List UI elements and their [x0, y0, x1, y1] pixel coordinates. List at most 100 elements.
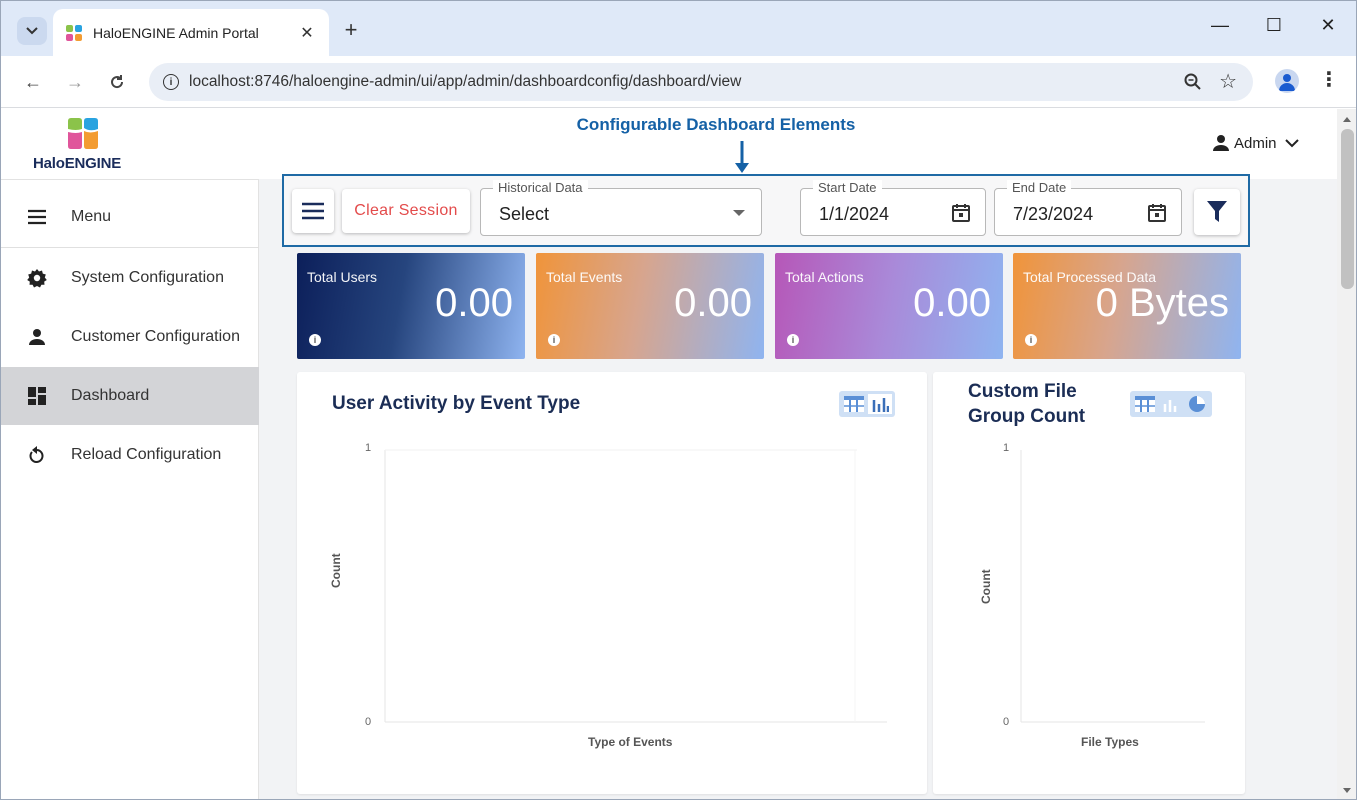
reload-icon [25, 443, 49, 467]
sidebar-item-label: Dashboard [71, 387, 150, 404]
activity-chart-axes [384, 449, 887, 723]
stat-value: 0 Bytes [1095, 281, 1229, 325]
chevron-down-icon [26, 27, 38, 35]
reload-button[interactable] [103, 68, 131, 96]
sidebar: Menu System Configuration Customer Confi… [1, 179, 259, 799]
sidebar-item-dashboard[interactable]: Dashboard [1, 367, 259, 425]
browser-window: HaloENGINE Admin Portal ✕ + — ☐ ✕ ← → i … [0, 0, 1357, 800]
browser-menu-icon[interactable]: ⋮ [1319, 67, 1339, 92]
dropdown-arrow-icon [733, 210, 745, 216]
stat-value: 0.00 [435, 281, 513, 325]
end-date-label: End Date [1007, 180, 1072, 195]
annotation-label: Configurable Dashboard Elements [576, 115, 856, 134]
new-tab-button[interactable]: + [339, 17, 363, 43]
sidebar-item-system-configuration[interactable]: System Configuration [1, 249, 259, 307]
forward-button[interactable]: → [61, 68, 89, 96]
info-icon[interactable]: i [1025, 334, 1037, 346]
calendar-icon[interactable] [1147, 203, 1167, 223]
y-tick-min: 0 [365, 716, 372, 728]
person-icon [1213, 135, 1229, 151]
app-page: HaloENGINE Configurable Dashboard Elemen… [1, 109, 1337, 799]
filter-funnel-icon [1207, 201, 1227, 222]
profile-icon [1279, 74, 1295, 91]
start-date-value: 1/1/2024 [819, 204, 890, 224]
stat-value: 0.00 [913, 281, 991, 325]
chevron-down-icon [1284, 139, 1299, 148]
brand-name: HaloENGINE [33, 155, 122, 172]
annotation-arrow-icon [735, 141, 749, 173]
historical-data-value: Select [499, 204, 550, 224]
stat-label: Total Actions [785, 269, 864, 285]
stat-card-total-actions: Total Actions 0.00 i [775, 253, 1003, 359]
stat-value: 0.00 [674, 281, 752, 325]
scroll-up-icon[interactable] [1342, 115, 1352, 123]
info-icon[interactable]: i [548, 334, 560, 346]
sidebar-item-reload-configuration[interactable]: Reload Configuration [1, 426, 259, 484]
gear-icon [25, 266, 49, 290]
end-date-value: 7/23/2024 [1013, 204, 1094, 224]
tab-search-button[interactable] [17, 17, 47, 45]
info-icon[interactable]: i [309, 334, 321, 346]
browser-toolbar: ← → i localhost:8746/haloengine-admin/ui… [1, 56, 1356, 108]
apply-filter-button[interactable] [1194, 189, 1240, 235]
scroll-down-icon[interactable] [1342, 787, 1352, 795]
close-tab-icon[interactable]: ✕ [297, 23, 317, 43]
stat-label: Total Events [546, 269, 623, 285]
start-date-field[interactable]: Start Date 1/1/2024 [800, 180, 986, 236]
chart-card-user-activity: User Activity by Event Type 1 0 Count Ty… [297, 372, 927, 794]
y-axis-label: Count [329, 553, 343, 588]
y-tick-max: 1 [1003, 442, 1010, 454]
sidebar-divider [1, 247, 259, 248]
page-scrollbar[interactable] [1337, 109, 1356, 799]
user-menu[interactable]: Admin [1211, 133, 1299, 153]
user-name: Admin [1234, 134, 1277, 152]
end-date-field[interactable]: End Date 7/23/2024 [994, 180, 1182, 236]
y-axis-label: Count [979, 569, 993, 604]
bookmark-star-icon[interactable]: ☆ [1219, 69, 1237, 94]
clear-session-button[interactable]: Clear Session [342, 189, 470, 233]
historical-data-select[interactable]: Historical Data Select [480, 180, 762, 236]
back-button[interactable]: ← [19, 68, 47, 96]
stat-card-total-processed-data: Total Processed Data 0 Bytes i [1013, 253, 1241, 359]
zoom-icon[interactable] [1183, 72, 1203, 92]
stat-card-total-users: Total Users 0.00 i [297, 253, 525, 359]
sidebar-item-label: System Configuration [71, 269, 224, 286]
site-info-icon[interactable]: i [163, 74, 179, 90]
sidebar-item-label: Menu [71, 208, 112, 225]
hamburger-icon [25, 205, 49, 229]
haloengine-favicon-icon [66, 24, 82, 41]
brand-logo[interactable]: HaloENGINE [29, 115, 139, 175]
info-icon[interactable]: i [787, 334, 799, 346]
start-date-label: Start Date [813, 180, 882, 195]
app-header: HaloENGINE Configurable Dashboard Elemen… [1, 109, 1337, 179]
maximize-button[interactable]: ☐ [1259, 15, 1289, 36]
stat-card-total-events: Total Events 0.00 i [536, 253, 764, 359]
close-window-button[interactable]: ✕ [1313, 15, 1343, 36]
hamburger-icon [302, 202, 324, 220]
tab-strip: HaloENGINE Admin Portal ✕ + — ☐ ✕ [1, 1, 1356, 56]
historical-data-label: Historical Data [493, 180, 588, 195]
x-axis-label: File Types [1081, 735, 1139, 749]
haloengine-logo-icon [68, 118, 98, 149]
person-icon [25, 325, 49, 349]
dashboard-icon [25, 384, 49, 408]
minimize-button[interactable]: — [1205, 15, 1235, 36]
calendar-icon[interactable] [951, 203, 971, 223]
scrollbar-thumb[interactable] [1341, 129, 1354, 289]
profile-avatar[interactable] [1275, 69, 1299, 93]
y-tick-min: 0 [1003, 716, 1010, 728]
stat-label: Total Users [307, 269, 378, 285]
sidebar-item-customer-configuration[interactable]: Customer Configuration [1, 308, 259, 366]
sidebar-item-label: Reload Configuration [71, 446, 222, 463]
refresh-icon [111, 75, 124, 89]
sidebar-item-label: Customer Configuration [71, 328, 240, 345]
y-tick-max: 1 [365, 442, 372, 454]
url-text: localhost:8746/haloengine-admin/ui/app/a… [189, 73, 742, 90]
browser-tab[interactable]: HaloENGINE Admin Portal ✕ [53, 9, 329, 56]
tab-title: HaloENGINE Admin Portal [93, 24, 259, 41]
address-bar[interactable]: i localhost:8746/haloengine-admin/ui/app… [149, 63, 1253, 101]
toggle-menu-button[interactable] [292, 189, 334, 233]
chart-card-custom-file-group: Custom File Group Count 1 0 Count File T… [933, 372, 1245, 794]
x-axis-label: Type of Events [588, 735, 673, 749]
sidebar-item-menu[interactable]: Menu [1, 188, 259, 246]
